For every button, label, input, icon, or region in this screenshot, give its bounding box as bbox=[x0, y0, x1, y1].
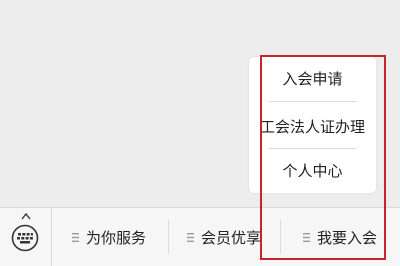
submenu-divider bbox=[269, 101, 357, 102]
submenu-item-apply[interactable]: 入会申请 bbox=[249, 69, 376, 89]
tab-label: 为你服务 bbox=[86, 228, 147, 247]
tab-member-benefits[interactable]: 会员优享 bbox=[187, 208, 261, 266]
keyboard-icon bbox=[11, 212, 39, 252]
submenu-item-personal-center[interactable]: 个人中心 bbox=[249, 161, 376, 181]
submenu-item-union-certificate[interactable]: 工会法人证办理 bbox=[249, 117, 376, 137]
menu-lines-icon bbox=[303, 232, 310, 242]
menu-lines-icon bbox=[187, 232, 194, 242]
tab-label: 会员优享 bbox=[201, 228, 262, 247]
keyboard-toggle-button[interactable] bbox=[0, 208, 52, 266]
chat-screen: 入会申请 工会法人证办理 个人中心 为你服务 会员优享 我要入会 bbox=[0, 0, 400, 266]
bottom-menu-bar: 为你服务 会员优享 我要入会 bbox=[0, 207, 400, 266]
submenu-divider bbox=[269, 148, 357, 149]
menu-lines-icon bbox=[72, 232, 79, 242]
tab-divider bbox=[280, 220, 281, 254]
tab-divider bbox=[168, 220, 169, 254]
tab-join-union[interactable]: 我要入会 bbox=[303, 208, 377, 266]
tab-label: 我要入会 bbox=[317, 228, 378, 247]
tab-services[interactable]: 为你服务 bbox=[72, 208, 146, 266]
submenu-popup: 入会申请 工会法人证办理 个人中心 bbox=[249, 57, 376, 193]
